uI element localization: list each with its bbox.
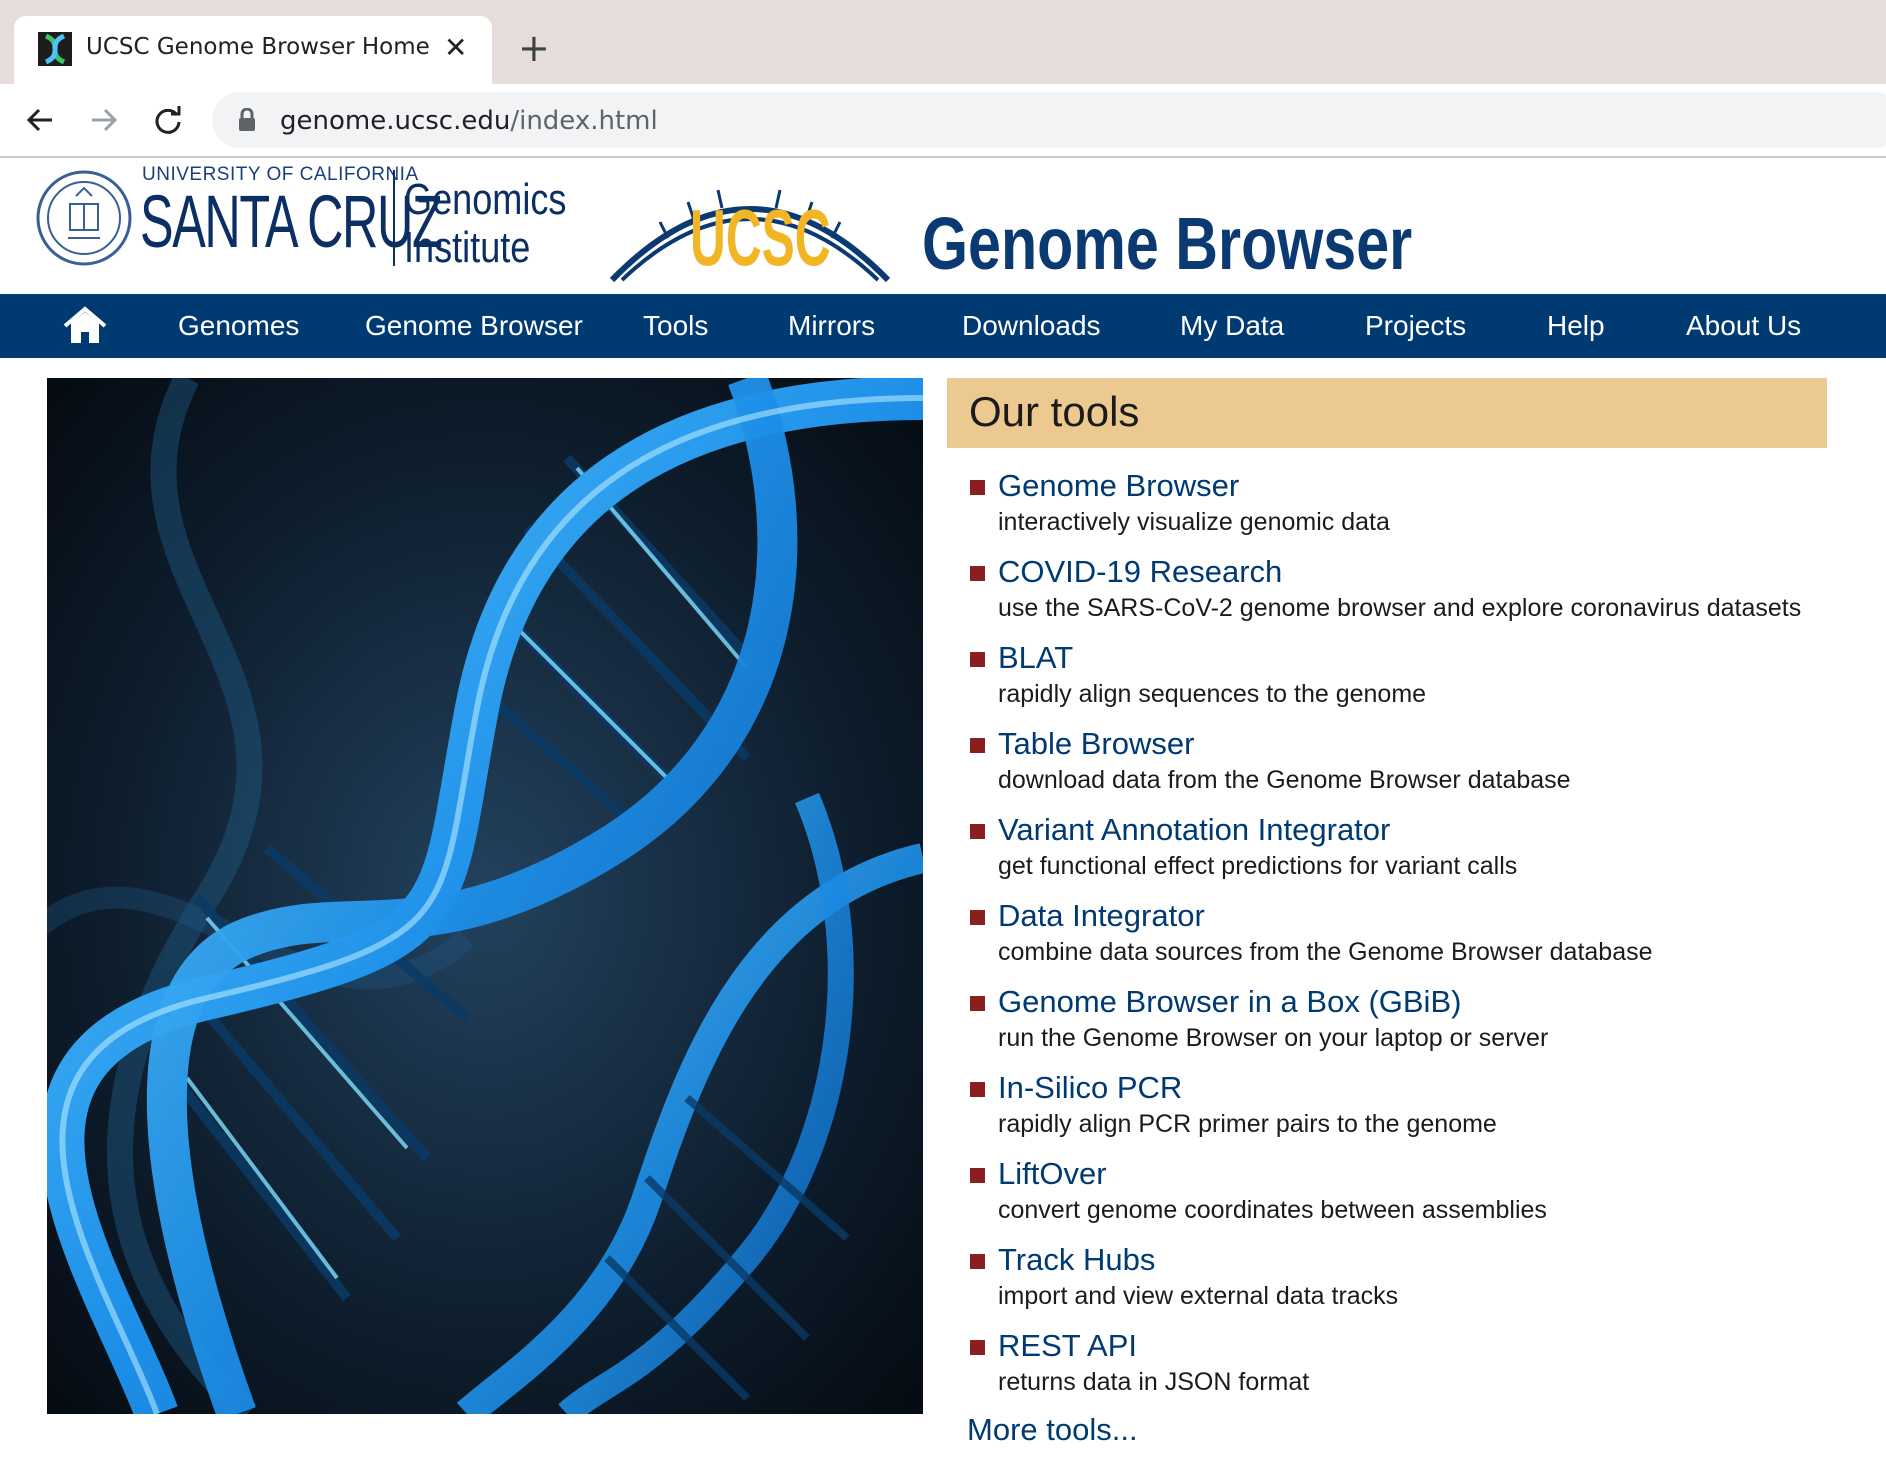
university-seal-icon[interactable] xyxy=(36,166,132,270)
list-item: Track Hubs import and view external data… xyxy=(966,1242,1846,1328)
santa-cruz-logo-text[interactable]: SANTA CRUZ xyxy=(140,180,443,264)
arrow-left-icon xyxy=(26,108,52,132)
browser-tab[interactable]: UCSC Genome Browser Home ✕ xyxy=(14,16,492,84)
nav-help[interactable]: Help xyxy=(1547,294,1605,358)
tool-link-gbib[interactable]: Genome Browser in a Box (GBiB) xyxy=(998,984,1461,1020)
reload-icon xyxy=(155,106,181,134)
bullet-icon xyxy=(970,1340,985,1355)
nav-genomes[interactable]: Genomes xyxy=(178,294,299,358)
list-item: Genome Browser in a Box (GBiB) run the G… xyxy=(966,984,1846,1070)
logo-divider xyxy=(393,170,395,266)
main-nav: Genomes Genome Browser Tools Mirrors Dow… xyxy=(0,294,1886,358)
ucsc-logo-text[interactable]: UCSC xyxy=(690,196,831,280)
tool-link-track-hubs[interactable]: Track Hubs xyxy=(998,1242,1155,1278)
home-icon[interactable] xyxy=(62,306,108,346)
tool-link-data-integrator[interactable]: Data Integrator xyxy=(998,898,1205,934)
institute-text[interactable]: Institute xyxy=(404,226,530,270)
list-item: COVID-19 Research use the SARS-CoV-2 gen… xyxy=(966,554,1846,640)
nav-downloads[interactable]: Downloads xyxy=(962,294,1101,358)
nav-my-data[interactable]: My Data xyxy=(1180,294,1284,358)
tool-link-blat[interactable]: BLAT xyxy=(998,640,1073,676)
back-button[interactable] xyxy=(10,84,70,156)
reload-button[interactable] xyxy=(138,84,198,156)
bullet-icon xyxy=(970,652,985,667)
bullet-icon xyxy=(970,1082,985,1097)
list-item: Data Integrator combine data sources fro… xyxy=(966,898,1846,984)
bullet-icon xyxy=(970,480,985,495)
list-item: Variant Annotation Integrator get functi… xyxy=(966,812,1846,898)
nav-about-us[interactable]: About Us xyxy=(1686,294,1801,358)
more-tools-link[interactable]: More tools... xyxy=(967,1412,1138,1448)
list-item: Genome Browser interactively visualize g… xyxy=(966,468,1846,554)
site-header: UNIVERSITY OF CALIFORNIA SANTA CRUZ Geno… xyxy=(0,158,1886,294)
forward-button[interactable] xyxy=(74,84,134,156)
nav-projects[interactable]: Projects xyxy=(1365,294,1466,358)
dna-favicon-icon xyxy=(38,32,72,66)
tool-description: download data from the Genome Browser da… xyxy=(998,766,1571,794)
tools-header: Our tools xyxy=(947,378,1827,448)
bullet-icon xyxy=(970,824,985,839)
site-title[interactable]: Genome Browser xyxy=(922,204,1412,284)
url-path: /index.html xyxy=(510,106,658,136)
list-item: BLAT rapidly align sequences to the geno… xyxy=(966,640,1846,726)
close-icon[interactable]: ✕ xyxy=(444,30,467,66)
tool-link-covid-19-research[interactable]: COVID-19 Research xyxy=(998,554,1282,590)
tool-link-variant-annotation-integrator[interactable]: Variant Annotation Integrator xyxy=(998,812,1390,848)
nav-mirrors[interactable]: Mirrors xyxy=(788,294,875,358)
tool-description: use the SARS-CoV-2 genome browser and ex… xyxy=(998,594,1802,622)
tool-description: interactively visualize genomic data xyxy=(998,508,1390,536)
tool-description: get functional effect predictions for va… xyxy=(998,852,1518,880)
tool-description: import and view external data tracks xyxy=(998,1282,1399,1310)
tool-link-table-browser[interactable]: Table Browser xyxy=(998,726,1194,762)
tools-heading: Our tools xyxy=(969,388,1140,435)
nav-genome-browser[interactable]: Genome Browser xyxy=(365,294,583,358)
tab-title: UCSC Genome Browser Home xyxy=(86,34,430,60)
tool-link-genome-browser[interactable]: Genome Browser xyxy=(998,468,1239,504)
tool-description: returns data in JSON format xyxy=(998,1368,1310,1396)
bullet-icon xyxy=(970,738,985,753)
bullet-icon xyxy=(970,1254,985,1269)
address-bar[interactable]: genome.ucsc.edu/index.html xyxy=(212,92,1886,148)
plus-icon[interactable]: + xyxy=(518,28,550,68)
list-item: In-Silico PCR rapidly align PCR primer p… xyxy=(966,1070,1846,1156)
tool-link-rest-api[interactable]: REST API xyxy=(998,1328,1137,1364)
tool-list: Genome Browser interactively visualize g… xyxy=(966,468,1846,1414)
tool-description: convert genome coordinates between assem… xyxy=(998,1196,1547,1224)
tool-description: rapidly align PCR primer pairs to the ge… xyxy=(998,1110,1497,1138)
list-item: LiftOver convert genome coordinates betw… xyxy=(966,1156,1846,1242)
tool-description: run the Genome Browser on your laptop or… xyxy=(998,1024,1549,1052)
nav-tools[interactable]: Tools xyxy=(643,294,708,358)
bullet-icon xyxy=(970,996,985,1011)
list-item: REST API returns data in JSON format xyxy=(966,1328,1846,1414)
tool-link-in-silico-pcr[interactable]: In-Silico PCR xyxy=(998,1070,1182,1106)
lock-icon xyxy=(239,108,255,131)
arrow-right-icon xyxy=(92,108,118,132)
tab-strip: UCSC Genome Browser Home ✕ + xyxy=(0,0,1886,84)
bullet-icon xyxy=(970,910,985,925)
tool-description: rapidly align sequences to the genome xyxy=(998,680,1427,708)
list-item: Table Browser download data from the Gen… xyxy=(966,726,1846,812)
bullet-icon xyxy=(970,1168,985,1183)
genomics-text[interactable]: Genomics xyxy=(404,178,566,222)
url-text: genome.ucsc.edu/index.html xyxy=(280,106,658,136)
url-domain: genome.ucsc.edu xyxy=(280,106,511,136)
dna-hero-image xyxy=(47,378,923,1414)
tool-link-liftover[interactable]: LiftOver xyxy=(998,1156,1107,1192)
browser-toolbar: genome.ucsc.edu/index.html xyxy=(0,84,1886,156)
bullet-icon xyxy=(970,566,985,581)
tool-description: combine data sources from the Genome Bro… xyxy=(998,938,1653,966)
